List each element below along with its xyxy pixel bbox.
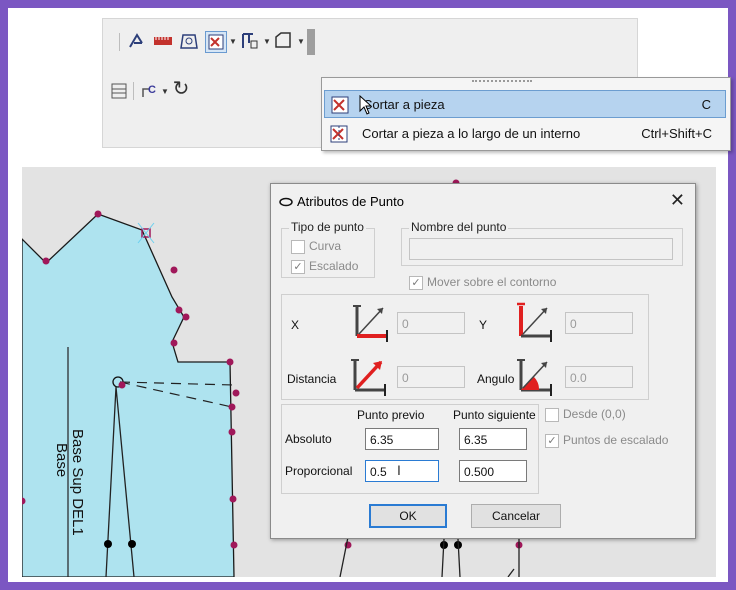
group-title: Nombre del punto — [409, 220, 509, 234]
close-icon[interactable]: ✕ — [670, 190, 685, 211]
absoluto-siguiente-field[interactable]: 6.35 — [459, 428, 527, 450]
draw-tool-icon[interactable] — [127, 31, 147, 51]
escalado-checkbox[interactable]: ✓ — [291, 260, 305, 274]
toolbar-overflow-handle[interactable] — [307, 29, 315, 55]
toolbar-row-1: ▼ ▼ ▼ — [103, 27, 637, 57]
distancia-label: Distancia — [287, 372, 337, 386]
menu-item-label: Cortar a pieza — [363, 97, 445, 112]
angulo-field[interactable]: 0.0 — [565, 366, 633, 388]
menu-item-shortcut: Ctrl+Shift+C — [641, 126, 712, 141]
piece-tool-icon[interactable] — [179, 31, 199, 51]
cut-piece-icon — [331, 96, 349, 114]
puntos-escalado-checkbox[interactable]: ✓ — [545, 434, 559, 448]
y-axis-icon — [517, 300, 555, 345]
menu-item-cortar-a-pieza-interno[interactable]: Cortar a pieza a lo largo de un interno … — [324, 120, 726, 148]
group-title: Tipo de punto — [289, 220, 366, 234]
x-axis-icon — [353, 300, 391, 345]
column-header: Punto previo — [357, 408, 425, 422]
chevron-down-icon[interactable]: ▼ — [229, 37, 237, 46]
menu-item-label: Cortar a pieza a lo largo de un interno — [362, 126, 581, 141]
pattern-lines — [339, 536, 520, 577]
pattern-piece[interactable] — [22, 213, 235, 577]
absoluto-label: Absoluto — [285, 432, 332, 446]
dialog-title: Atributos de Punto — [297, 194, 404, 209]
ruler-tool-icon[interactable] — [153, 31, 173, 51]
text-cursor-icon: I — [397, 462, 401, 478]
mouse-cursor-icon — [359, 94, 373, 120]
distance-icon — [351, 354, 389, 399]
y-field[interactable]: 0 — [565, 312, 633, 334]
point-attributes-dialog: Atributos de Punto ✕ Tipo de punto Curva… — [270, 183, 696, 539]
checkbox-label: Puntos de escalado — [563, 433, 669, 447]
y-label: Y — [479, 318, 488, 332]
desde-origen-checkbox[interactable] — [545, 408, 559, 422]
proporcional-previo-field[interactable]: 0.5 — [365, 460, 439, 482]
ok-button[interactable]: OK — [369, 504, 447, 528]
checkbox-label: Mover sobre el contorno — [427, 275, 557, 289]
angle-icon — [517, 354, 555, 399]
checkbox-label: Escalado — [309, 259, 359, 273]
grid-icon[interactable] — [109, 81, 129, 101]
chevron-down-icon[interactable]: ▼ — [263, 37, 271, 46]
cut-tool-button[interactable] — [205, 31, 227, 53]
chevron-down-icon[interactable]: ▼ — [161, 87, 169, 96]
toolbar-area: ▼ ▼ ▼ C ▼ ↻ Cortar a pieza C Cortar a pi… — [102, 18, 731, 151]
menu-grip[interactable] — [472, 80, 532, 85]
checkbox-label: Curva — [309, 239, 342, 253]
distancia-field[interactable]: 0 — [397, 366, 465, 388]
point-name-field[interactable] — [409, 238, 673, 260]
cut-context-menu: Cortar a pieza C Cortar a pieza a lo lar… — [321, 77, 731, 151]
curva-checkbox[interactable] — [291, 240, 305, 254]
angulo-label: Angulo — [477, 372, 515, 386]
x-field[interactable]: 0 — [397, 312, 465, 334]
cancel-button[interactable]: Cancelar — [471, 504, 561, 528]
proporcional-siguiente-field[interactable]: 0.500 — [459, 460, 527, 482]
menu-item-cortar-a-pieza[interactable]: Cortar a pieza C — [324, 90, 726, 118]
toolbar-separator — [133, 82, 134, 100]
toolbar-row-2: C ▼ ↻ — [103, 77, 223, 107]
x-label: X — [291, 318, 300, 332]
absoluto-previo-field[interactable]: 6.35 — [365, 428, 439, 450]
menu-item-shortcut: C — [701, 97, 711, 112]
svg-text:C: C — [148, 84, 156, 96]
cut-piece-internal-icon — [330, 125, 348, 143]
mover-contorno-checkbox[interactable]: ✓ — [409, 276, 423, 290]
rotate-left-icon[interactable]: C — [139, 81, 159, 101]
column-header: Punto siguiente — [453, 408, 536, 422]
chevron-down-icon[interactable]: ▼ — [297, 37, 305, 46]
checkbox-label: Desde (0,0) — [563, 407, 626, 421]
proporcional-label: Proporcional — [285, 464, 353, 478]
piece-name-label: Base — [53, 443, 70, 478]
dialog-icon — [279, 196, 293, 210]
toolbar-separator — [119, 33, 120, 51]
shape-tool-icon[interactable] — [273, 31, 293, 51]
rotate-right-icon[interactable]: ↻ — [171, 79, 191, 99]
piece-name-label: Base Sup DEL1 — [69, 429, 86, 536]
notch-tool-icon[interactable] — [239, 31, 259, 51]
